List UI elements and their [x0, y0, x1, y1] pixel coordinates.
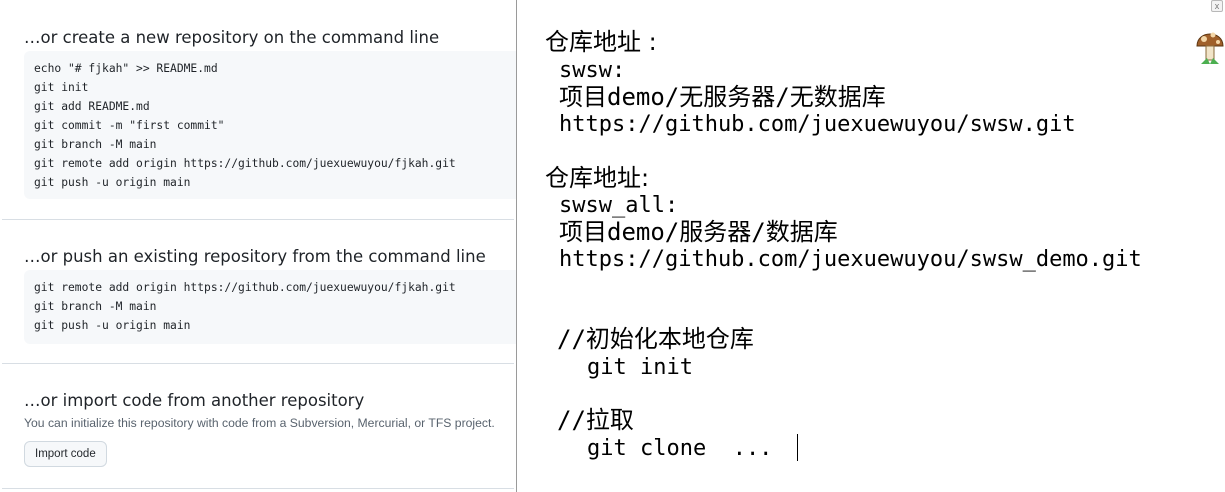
new-repo-heading: …or create a new repository on the comma…	[24, 28, 440, 47]
import-description: You can initialize this repository with …	[24, 416, 495, 430]
code-line: git commit -m "first commit"	[34, 119, 225, 132]
repo-path: 项目demo/服务器/数据库	[559, 218, 838, 246]
push-existing-section: …or push an existing repository from the…	[2, 219, 516, 364]
code-line: git push -u origin main	[34, 176, 191, 189]
import-section: …or import code from another repository …	[2, 363, 514, 489]
text-caret	[797, 434, 798, 461]
mushroom-icon[interactable]	[1195, 20, 1225, 70]
import-heading: …or import code from another repository	[24, 391, 365, 410]
clone-command: git clone ...	[587, 436, 773, 461]
repo-name: swsw:	[559, 58, 626, 83]
push-existing-heading: …or push an existing repository from the…	[24, 247, 486, 266]
code-line: git remote add origin https://github.com…	[34, 157, 456, 170]
repo-address-heading: 仓库地址:	[545, 164, 650, 192]
close-icon[interactable]: x	[1211, 0, 1223, 12]
code-line: echo "# fjkah" >> README.md	[34, 62, 218, 75]
code-line: git branch -M main	[34, 300, 157, 313]
notes-editor[interactable]: 仓库地址 : swsw: 项目demo/无服务器/无数据库 https://gi…	[517, 0, 1225, 492]
repo-url: https://github.com/juexuewuyou/swsw.git	[559, 112, 1076, 137]
clone-comment: //拉取	[557, 406, 634, 434]
new-repo-code-block[interactable]: echo "# fjkah" >> README.md git init git…	[24, 51, 516, 199]
code-line: git add README.md	[34, 100, 150, 113]
init-comment: //初始化本地仓库	[557, 325, 754, 353]
repo-url: https://github.com/juexuewuyou/swsw_demo…	[559, 247, 1142, 272]
repo-name: swsw_all:	[559, 193, 679, 218]
code-line: git branch -M main	[34, 138, 157, 151]
code-line: git push -u origin main	[34, 319, 191, 332]
push-existing-code-block[interactable]: git remote add origin https://github.com…	[24, 270, 516, 344]
new-repo-section: …or create a new repository on the comma…	[2, 0, 516, 219]
repo-address-heading: 仓库地址 :	[545, 28, 657, 56]
github-quick-setup-panel: …or create a new repository on the comma…	[0, 0, 516, 492]
code-line: git remote add origin https://github.com…	[34, 281, 456, 294]
init-command: git init	[587, 355, 693, 380]
import-code-button[interactable]: Import code	[24, 441, 107, 467]
repo-path: 项目demo/无服务器/无数据库	[559, 83, 886, 111]
code-line: git init	[34, 81, 89, 94]
